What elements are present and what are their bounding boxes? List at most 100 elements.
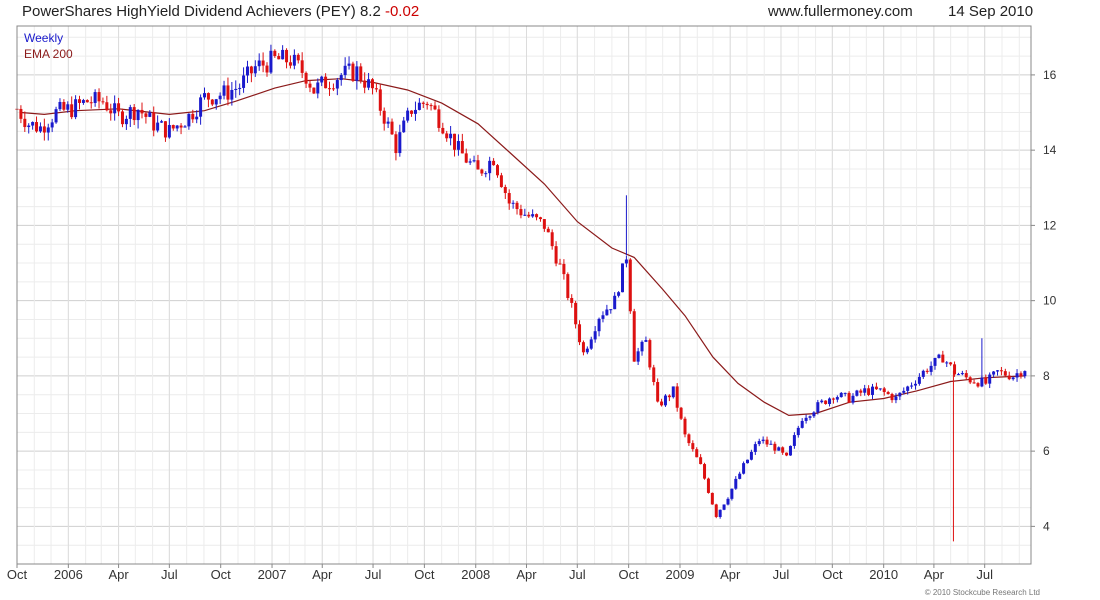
weekly-body-down [359,66,363,81]
weekly-body-down [831,398,835,400]
weekly-body-down [527,214,531,217]
weekly-body-down [706,478,710,493]
weekly-body-down [886,392,890,395]
weekly-body-up [257,60,261,67]
weekly-body-down [89,102,93,104]
weekly-body-down [660,401,664,406]
weekly-body-up [269,50,273,73]
weekly-body-down [581,342,585,353]
weekly-body-down [714,504,718,517]
weekly-body-down [453,133,457,150]
weekly-body-up [531,214,535,217]
weekly-body-down [699,457,703,465]
weekly-body-down [179,125,183,128]
weekly-body-up [640,341,644,352]
weekly-body-down [519,209,523,216]
weekly-body-up [511,202,515,204]
weekly-body-up [128,107,132,119]
weekly-body-up [234,88,238,90]
weekly-body-up [992,371,996,375]
weekly-body-down [433,105,437,110]
weekly-body-down [492,160,496,166]
weekly-body-down [285,49,289,63]
weekly-body-up [878,388,882,390]
weekly-body-up [218,95,222,100]
weekly-body-up [54,109,58,123]
x-tick-label: 2010 [869,567,898,582]
weekly-body-up [38,126,42,132]
weekly-body-down [109,110,113,114]
weekly-body-down [437,109,441,128]
weekly-body-down [331,88,335,90]
weekly-body-up [31,122,35,126]
x-tick-label: Oct [619,567,640,582]
weekly-body-down [941,354,945,363]
weekly-body-down [968,377,972,383]
weekly-body-down [656,382,660,402]
weekly-body-down [574,302,578,325]
weekly-body-up [769,443,773,445]
weekly-body-up [343,65,347,76]
weekly-body-up [851,395,855,403]
x-tick-label: Apr [720,567,741,582]
weekly-body-down [144,113,148,117]
weekly-body-down [429,105,433,107]
weekly-body-down [578,324,582,343]
weekly-body-up [913,383,917,386]
weekly-body-down [277,56,281,60]
y-axis: 4 6 8 10 12 14 16 [1031,68,1057,533]
x-tick-label: Oct [7,567,28,582]
weekly-body-down [867,388,871,395]
weekly-body-up [960,373,964,375]
weekly-body-down [265,65,269,73]
weekly-body-up [222,85,226,96]
weekly-body-up [910,385,914,387]
weekly-body-down [632,311,636,362]
weekly-body-down [206,93,210,100]
weekly-body-up [160,121,164,123]
y-tick-label: 16 [1043,68,1057,82]
weekly-body-up [945,362,949,364]
weekly-body-down [42,126,46,133]
weekly-body-down [374,88,378,90]
weekly-body-down [363,80,367,88]
weekly-body-up [58,101,62,110]
x-tick-label: Apr [924,567,945,582]
weekly-body-up [788,445,792,456]
weekly-body-down [308,83,312,88]
weekly-body-down [691,443,695,450]
x-tick-label: Jul [569,567,586,582]
weekly-body-up [777,447,781,451]
weekly-body-down [570,298,574,303]
weekly-body-down [261,60,265,66]
weekly-body-up [636,351,640,362]
weekly-body-up [27,125,31,128]
weekly-body-down [105,102,109,111]
weekly-body-up [816,402,820,413]
weekly-body-down [35,122,39,132]
weekly-body-down [785,452,789,456]
y-tick-label: 10 [1043,294,1057,308]
weekly-body-down [503,186,507,194]
weekly-body-up [1011,377,1015,380]
weekly-body-up [726,498,730,505]
weekly-body-down [773,443,777,451]
weekly-body-up [613,295,617,310]
weekly-body-up [187,113,191,127]
weekly-body-up [601,315,605,319]
weekly-body-up [1015,373,1019,378]
weekly-body-up [734,478,738,489]
legend-ema: EMA 200 [24,47,73,61]
weekly-body-up [749,451,753,460]
weekly-body-up [738,473,742,479]
weekly-body-up [468,161,472,163]
weekly-body-down [378,89,382,111]
weekly-body-down [675,386,679,408]
weekly-body-up [843,392,847,394]
weekly-body-down [999,370,1003,372]
weekly-body-down [925,370,929,372]
weekly-body-up [906,386,910,391]
weekly-body-down [535,214,539,218]
weekly-body-up [242,75,246,88]
weekly-body-up [820,400,824,403]
